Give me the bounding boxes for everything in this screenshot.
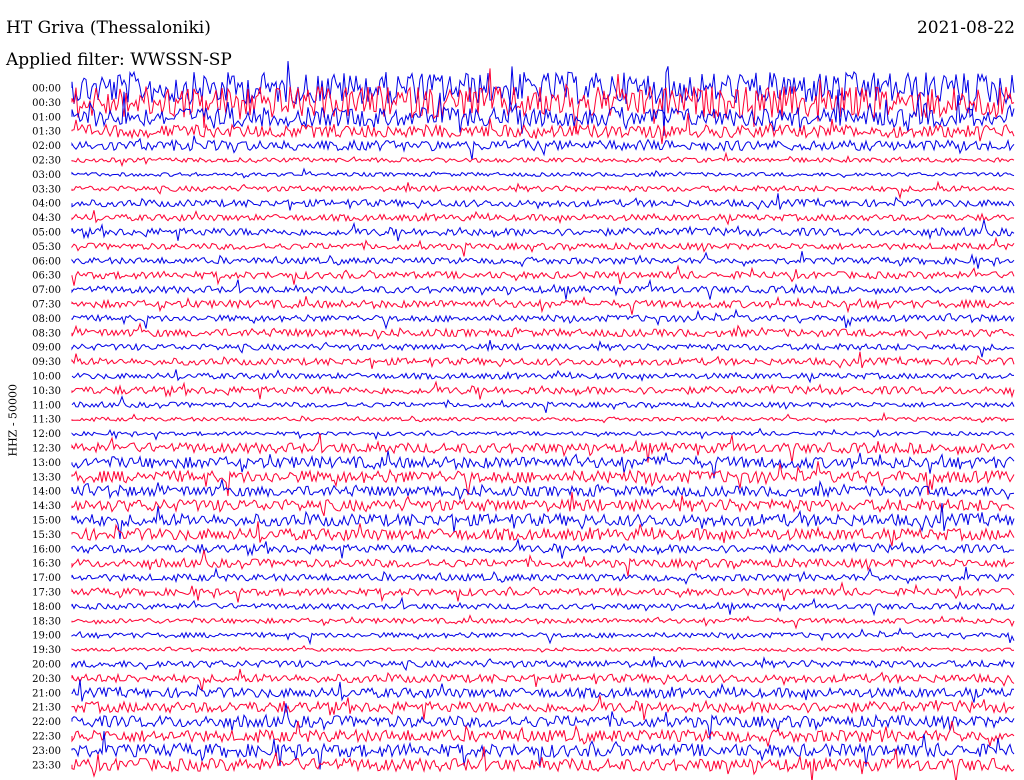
row-time-label: 20:30 (32, 674, 61, 685)
row-time-label: 02:30 (32, 156, 61, 167)
row-time-label: 01:00 (32, 112, 61, 123)
row-time-label: 19:00 (32, 631, 61, 642)
trace-row-0630 (71, 264, 1015, 286)
row-time-label: 02:00 (32, 141, 61, 152)
row-time-label: 12:00 (32, 429, 61, 440)
row-time-label: 18:30 (32, 616, 61, 627)
trace-row-0800 (71, 308, 1015, 330)
row-time-label: 08:00 (32, 314, 61, 325)
row-time-label: 00:00 (32, 84, 61, 95)
trace-row-0700 (71, 278, 1015, 300)
trace-row-2030 (71, 668, 1015, 692)
trace-row-1800 (71, 596, 1015, 617)
trace-row-0100 (71, 89, 1015, 134)
row-time-label: 14:00 (32, 487, 61, 498)
trace-row-1600 (71, 537, 1015, 559)
trace-row-2230 (71, 720, 1015, 747)
trace-row-1400 (71, 479, 1015, 501)
row-time-label: 20:00 (32, 660, 61, 671)
trace-row-2130 (71, 695, 1015, 721)
trace-row-0530 (71, 236, 1015, 257)
trace-row-1200 (71, 427, 1015, 441)
row-time-label: 08:30 (32, 328, 61, 339)
row-time-label: 06:00 (32, 256, 61, 267)
trace-row-1130 (71, 411, 1015, 424)
row-time-label: 00:30 (32, 98, 61, 109)
row-time-label: 12:30 (32, 444, 61, 455)
trace-row-1530 (71, 521, 1015, 547)
row-time-label: 17:30 (32, 588, 61, 599)
trace-row-0500 (71, 219, 1015, 242)
trace-row-0930 (71, 351, 1015, 369)
row-time-label: 22:30 (32, 732, 61, 743)
row-time-label: 15:30 (32, 530, 61, 541)
row-time-label: 16:00 (32, 544, 61, 555)
trace-row-1330 (71, 461, 1015, 497)
trace-row-0330 (71, 180, 1015, 200)
trace-row-0730 (71, 295, 1015, 315)
row-time-label: 03:30 (32, 184, 61, 195)
trace-row-0200 (71, 135, 1015, 160)
trace-row-2000 (71, 656, 1015, 672)
row-time-label: 07:30 (32, 300, 61, 311)
row-time-label: 18:00 (32, 602, 61, 613)
trace-row-0400 (71, 193, 1015, 211)
row-time-label: 15:00 (32, 516, 61, 527)
row-time-label: 10:00 (32, 372, 61, 383)
trace-row-1030 (71, 380, 1015, 400)
row-time-label: 13:00 (32, 458, 61, 469)
row-time-label: 04:00 (32, 199, 61, 210)
trace-row-0230 (71, 151, 1015, 168)
trace-row-0900 (71, 339, 1015, 358)
row-time-label: 17:00 (32, 573, 61, 584)
row-time-label: 13:30 (32, 472, 61, 483)
trace-row-1630 (71, 549, 1015, 577)
row-time-label: 23:00 (32, 746, 61, 757)
row-time-label: 11:00 (32, 400, 61, 411)
trace-row-1230 (71, 433, 1015, 463)
row-time-label: 06:30 (32, 271, 61, 282)
trace-row-1700 (71, 566, 1015, 586)
row-time-label: 07:00 (32, 285, 61, 296)
seismogram-plot: 00:00 00:30 01:00 01:30 02:00 02:30 03:00 03:30… (32, 61, 1015, 780)
trace-row-1930 (71, 645, 1015, 653)
row-time-label: 04:30 (32, 213, 61, 224)
row-time-label: 10:30 (32, 386, 61, 397)
row-time-label: 11:30 (32, 415, 61, 426)
row-time-label: 19:30 (32, 645, 61, 656)
row-time-label: 21:00 (32, 688, 61, 699)
row-time-label: 14:30 (32, 501, 61, 512)
trace-row-0600 (71, 251, 1015, 269)
row-time-label: 05:00 (32, 228, 61, 239)
row-time-label: 23:30 (32, 760, 61, 771)
row-time-label: 03:00 (32, 170, 61, 181)
trace-row-1100 (71, 395, 1015, 413)
row-time-label: 09:00 (32, 343, 61, 354)
row-time-label: 16:30 (32, 559, 61, 570)
trace-row-1000 (71, 369, 1014, 384)
trace-row-0430 (71, 210, 1015, 226)
trace-row-1430 (71, 492, 1015, 517)
row-time-label: 05:30 (32, 242, 61, 253)
row-time-label: 21:30 (32, 703, 61, 714)
row-time-label: 09:30 (32, 357, 61, 368)
trace-row-0830 (71, 322, 1015, 341)
trace-row-0300 (71, 167, 1015, 179)
trace-row-1900 (71, 627, 1015, 646)
trace-row-1830 (71, 614, 1015, 630)
row-time-label: 01:30 (32, 127, 61, 138)
row-time-label: 22:00 (32, 717, 61, 728)
trace-row-2100 (71, 679, 1015, 703)
trace-row-1730 (71, 581, 1015, 603)
